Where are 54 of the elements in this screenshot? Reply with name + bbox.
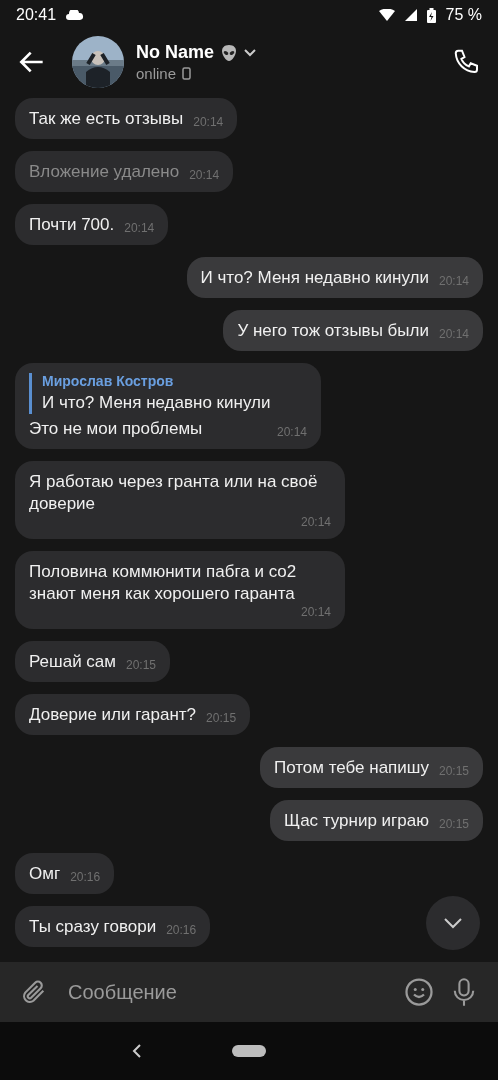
message-time: 20:14: [189, 168, 220, 183]
phone-device-icon: [182, 67, 192, 80]
deleted-notice: Вложение удалено: [29, 161, 180, 183]
message-text: Решай сам: [29, 651, 116, 673]
message-text: Доверие или гарант?: [29, 704, 197, 726]
message-bubble[interactable]: Так же есть отзывы 20:14: [15, 98, 238, 139]
message-text: Щас турнир играю: [284, 810, 429, 832]
message-text: Так же есть отзывы: [29, 108, 184, 130]
message-text: Почти 700.: [29, 214, 115, 236]
nav-back-icon[interactable]: [132, 1044, 142, 1058]
message-input[interactable]: Сообщение: [64, 974, 388, 1010]
message-text: Ты сразу говори: [29, 916, 157, 938]
online-status: online: [136, 65, 177, 82]
message-text: Омг: [29, 863, 61, 885]
contact-name[interactable]: No Name: [136, 42, 215, 63]
message-text: У него тож отзывы были: [237, 320, 429, 342]
message-text: Потом тебе напишу: [273, 757, 429, 779]
home-button[interactable]: [232, 1045, 266, 1057]
status-time: 20:41: [16, 6, 57, 24]
message-time: 20:15: [126, 658, 157, 673]
quote-author: Мирослав Костров: [42, 373, 175, 389]
message-time: 20:16: [166, 923, 197, 938]
alien-icon: [220, 43, 239, 62]
message-time: 20:15: [206, 711, 237, 726]
message-bubble[interactable]: Вложение удалено 20:14: [15, 151, 234, 192]
wifi-icon: [378, 9, 395, 21]
battery-level: 75 %: [445, 6, 482, 24]
message-composer[interactable]: Сообщение: [0, 962, 498, 1022]
quote-text: И что? Меня недавно кинули: [42, 392, 272, 414]
cloud-icon: [66, 10, 85, 20]
message-time: 20:14: [193, 115, 224, 130]
chevron-down-icon: [443, 917, 463, 929]
message-text: Я работаю через гранта или на своё доверие: [29, 471, 319, 515]
battery-icon: [426, 7, 436, 23]
message-bubble[interactable]: Омг 20:16: [15, 853, 115, 894]
signal-icon: [404, 9, 417, 21]
message-text: Это не мои проблемы: [29, 418, 203, 440]
chevron-down-icon[interactable]: [244, 48, 257, 57]
message-bubble[interactable]: Решай сам 20:15: [15, 641, 171, 682]
message-bubble[interactable]: Доверие или гарант? 20:15: [15, 694, 251, 735]
message-bubble[interactable]: Мирослав Костров И что? Меня недавно кинули Это не мои проблемы 20:14: [15, 363, 321, 449]
message-text: И что? Меня недавно кинули: [200, 267, 429, 289]
message-bubble[interactable]: Ты сразу говори 20:16: [15, 906, 211, 947]
message-time: 20:16: [70, 870, 101, 885]
message-time: 20:14: [124, 221, 155, 236]
message-bubble[interactable]: Я работаю через гранта или на своё доверие 20:14: [15, 461, 345, 539]
message-bubble[interactable]: Почти 700. 20:14: [15, 204, 169, 245]
message-time: 20:14: [300, 515, 331, 530]
emoji-icon[interactable]: [404, 977, 434, 1007]
message-text: Половина коммюнити пабга и со2 знают меня как хорошего гаранта: [29, 561, 298, 605]
quoted-message[interactable]: Мирослав Костров И что? Меня недавно кинули: [29, 373, 307, 414]
message-time: 20:14: [300, 605, 331, 620]
message-bubble[interactable]: Половина коммюнити пабга и со2 знают меня как хорошего гаранта 20:14: [15, 551, 345, 629]
message-time: 20:14: [276, 425, 307, 440]
